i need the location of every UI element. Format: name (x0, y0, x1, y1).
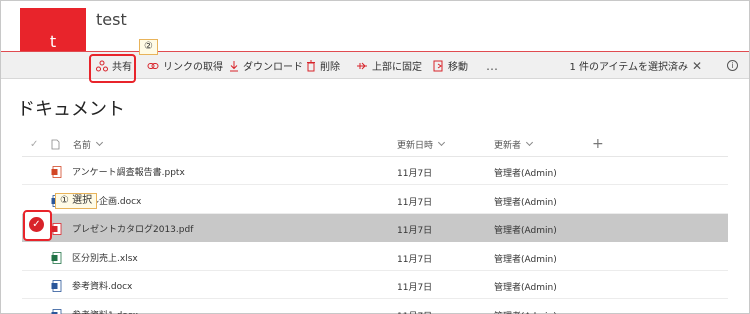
modified-date: 11月7日 (397, 283, 433, 293)
modified-by: 管理者(Admin) (494, 226, 557, 236)
xlsx-file-icon (51, 251, 62, 264)
docx-file-icon (51, 308, 62, 314)
more-button[interactable]: … (486, 52, 498, 79)
modified-date: 11月7日 (397, 254, 433, 265)
modified-by: 管理者(Admin) (494, 309, 557, 314)
share-highlight (89, 54, 136, 83)
modified-column-header[interactable]: 更新日時 (397, 134, 446, 154)
move-button[interactable]: 移動 (433, 52, 468, 79)
close-icon[interactable]: ✕ (692, 52, 702, 79)
checkmark-icon: ✓ (30, 138, 39, 150)
delete-label: 削除 (320, 62, 340, 73)
selection-status: 1 件のアイテムを選択済み (569, 62, 688, 73)
step1-callout: ① 選択 (55, 193, 98, 209)
modified-by-column-label: 更新者 (494, 140, 522, 151)
delete-button[interactable]: 削除 (306, 52, 340, 79)
move-icon (433, 60, 443, 71)
add-column-button[interactable]: + (592, 134, 604, 154)
row-checkbox-checked-icon[interactable]: ✓ (29, 217, 44, 232)
list-row[interactable]: セール企画.docx 11月7日 管理者(Admin) (22, 186, 728, 214)
chevron-down-icon (95, 138, 104, 147)
site-title[interactable]: test (96, 10, 127, 29)
info-icon[interactable]: i (727, 60, 738, 71)
list-row[interactable]: 参考資料.docx 11月7日 管理者(Admin) (22, 271, 728, 299)
list-row[interactable]: プレゼントカタログ2013.pdf 11月7日 管理者(Admin) (22, 214, 728, 242)
select-all-checkbox[interactable]: ✓ (30, 134, 38, 154)
modified-date: 11月7日 (397, 226, 433, 236)
library-title: ドキュメント (17, 99, 125, 120)
modified-date: 11月7日 (397, 169, 433, 179)
file-name-link[interactable]: 参考資料1.docx (72, 308, 138, 314)
name-column-header[interactable]: 名前 (73, 134, 104, 154)
file-type-header[interactable] (51, 134, 60, 154)
download-button[interactable]: ダウンロード (229, 52, 303, 79)
move-label: 移動 (448, 62, 468, 73)
step2-callout: ② (139, 39, 158, 55)
modified-by: 管理者(Admin) (494, 283, 557, 293)
pin-to-top-button[interactable]: 上部に固定 (356, 52, 422, 79)
link-icon (147, 62, 159, 69)
modified-date: 11月7日 (397, 197, 433, 208)
pdf-file-icon (51, 223, 62, 235)
get-link-label: リンクの取得 (163, 62, 223, 73)
file-name-link[interactable]: アンケート調査報告書.pptx (72, 165, 185, 178)
pin-icon (357, 62, 367, 69)
modified-by-column-header[interactable]: 更新者 (494, 134, 534, 154)
site-logo-letter: t (49, 31, 57, 51)
modified-date: 11月7日 (397, 309, 432, 314)
pin-to-top-label: 上部に固定 (372, 62, 422, 73)
modified-by: 管理者(Admin) (494, 169, 557, 179)
modified-column-label: 更新日時 (397, 140, 434, 151)
modified-by: 管理者(Admin) (494, 254, 557, 265)
modified-by: 管理者(Admin) (494, 197, 557, 208)
list-row[interactable]: 参考資料1.docx 11月7日 管理者(Admin) (22, 300, 728, 314)
file-name-link[interactable]: 区分別売上.xlsx (72, 251, 138, 264)
download-label: ダウンロード (243, 62, 303, 73)
docx-file-icon (51, 280, 62, 292)
file-name-link[interactable]: 参考資料.docx (72, 279, 132, 292)
list-row[interactable]: アンケート調査報告書.pptx 11月7日 管理者(Admin) (22, 157, 728, 185)
list-row[interactable]: 区分別売上.xlsx 11月7日 管理者(Admin) (22, 243, 728, 271)
chevron-down-icon (437, 138, 446, 147)
download-icon (230, 60, 238, 71)
pptx-file-icon (51, 166, 62, 178)
chevron-down-icon (525, 138, 534, 147)
file-type-icon (51, 139, 60, 149)
name-column-label: 名前 (73, 140, 92, 151)
file-name-link[interactable]: プレゼントカタログ2013.pdf (72, 222, 193, 235)
trash-icon (307, 60, 315, 71)
get-link-button[interactable]: リンクの取得 (147, 52, 223, 79)
